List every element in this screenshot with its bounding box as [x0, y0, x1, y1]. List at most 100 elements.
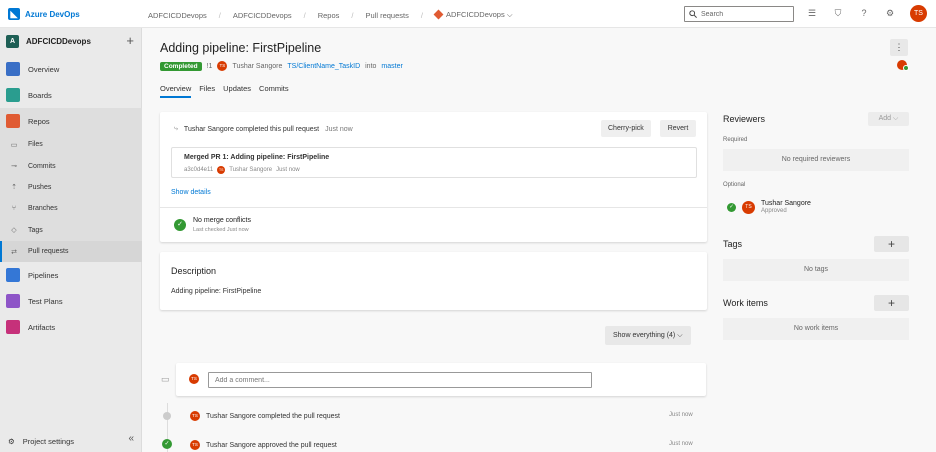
breadcrumb-repo-selector[interactable]: ADFCICDDevops ⌵: [433, 9, 513, 20]
work-items-title: Work items: [723, 298, 768, 308]
brand-logo[interactable]: ◣ Azure DevOps: [8, 8, 80, 20]
more-actions-button[interactable]: ⋮: [890, 39, 908, 56]
sidebar-item-pushes[interactable]: ⇡ Pushes: [0, 176, 142, 199]
collapse-sidebar-icon[interactable]: «: [128, 433, 134, 444]
completion-time: Just now: [325, 125, 353, 133]
sidebar-nav: Overview Boards Repos ▭ Files ⊸ Commits ⇡ P…: [0, 56, 142, 340]
branch-icon: ⑂: [11, 205, 17, 213]
sidebar-item-pull-requests[interactable]: ⇄ Pull requests: [0, 240, 142, 263]
show-details-link[interactable]: Show details: [171, 189, 211, 196]
page-title: Adding pipeline: FirstPipeline: [160, 41, 322, 55]
sidebar-item-repos[interactable]: Repos: [0, 108, 142, 134]
new-item-plus-icon[interactable]: +: [126, 33, 134, 48]
merge-conflicts-checked: Last checked Just now: [193, 227, 249, 233]
tab-overview[interactable]: Overview: [160, 84, 192, 98]
breadcrumb-org[interactable]: ADFCICDDevops: [148, 11, 207, 20]
tab-commits[interactable]: Commits: [259, 84, 289, 98]
azure-devops-logo-icon: ◣: [8, 8, 20, 20]
breadcrumb-separator: /: [218, 10, 221, 20]
sidebar-item-commits[interactable]: ⊸ Commits: [0, 155, 142, 177]
sidebar-item-branches[interactable]: ⑂ Branches: [0, 198, 142, 220]
sidebar-item-label: Boards: [28, 90, 52, 100]
description-body: Adding pipeline: FirstPipeline: [171, 288, 262, 295]
activity-event-text: Tushar Sangore completed the pull reques…: [206, 412, 340, 420]
breadcrumb-pull-requests[interactable]: Pull requests: [366, 11, 409, 20]
revert-button[interactable]: Revert: [660, 120, 696, 137]
commit-hash[interactable]: a3c0d4e11: [184, 167, 213, 173]
sidebar-item-tags[interactable]: ◇ Tags: [0, 219, 142, 241]
project-badge: A: [6, 34, 19, 48]
activity-filter-label: Show everything (4): [613, 332, 676, 339]
sidebar-item-label: Pipelines: [28, 270, 59, 280]
sidebar-item-label: Files: [28, 141, 43, 149]
breadcrumb-repos[interactable]: Repos: [318, 11, 340, 20]
sidebar-item-pipelines[interactable]: Pipelines: [0, 262, 142, 288]
avatar: TS: [217, 166, 226, 174]
sidebar-item-label: Artifacts: [28, 322, 56, 332]
sidebar-item-label: Pull requests: [28, 248, 69, 256]
user-avatar[interactable]: TS: [910, 5, 927, 22]
breadcrumb-separator: /: [420, 10, 423, 20]
approved-check-icon: ✓: [162, 439, 172, 449]
shopping-bag-icon[interactable]: ⛉: [832, 7, 844, 19]
sidebar-item-test-plans[interactable]: Test Plans: [0, 288, 142, 314]
activity-filter-dropdown[interactable]: Show everything (4) ⌵: [605, 326, 691, 345]
add-tag-button[interactable]: +: [874, 236, 909, 252]
target-branch-link[interactable]: master: [381, 63, 402, 70]
optional-label: Optional: [723, 182, 746, 188]
cherry-pick-button[interactable]: Cherry-pick: [601, 120, 651, 137]
no-required-reviewers: No required reviewers: [723, 149, 909, 171]
source-branch-link[interactable]: TS/ClientName_TaskID: [287, 63, 360, 70]
tab-updates[interactable]: Updates: [223, 84, 251, 98]
search-input[interactable]: [701, 10, 781, 18]
test-plans-icon: [6, 294, 20, 309]
list-settings-icon[interactable]: ☰: [806, 7, 818, 19]
chevron-down-icon: ⌵: [677, 332, 683, 339]
breadcrumb-repo-name: ADFCICDDevops: [445, 10, 505, 19]
sidebar-item-artifacts[interactable]: Artifacts: [0, 314, 142, 340]
sidebar-item-overview[interactable]: Overview: [0, 56, 142, 82]
project-header[interactable]: A ADFCICDDevops +: [0, 28, 142, 54]
comment-icon: ▭: [161, 374, 170, 384]
help-icon[interactable]: ?: [858, 7, 870, 19]
approved-check-icon: [903, 65, 909, 71]
completion-message: Tushar Sangore completed this pull reque…: [183, 125, 320, 133]
commit-icon: ⊸: [11, 163, 17, 171]
breadcrumb-project[interactable]: ADFCICDDevops: [233, 11, 292, 20]
repos-icon: [6, 114, 20, 128]
search-box[interactable]: [684, 6, 794, 22]
merge-conflicts-status: No merge conflicts: [193, 217, 251, 224]
project-settings-label: Project settings: [22, 436, 75, 446]
add-work-item-button[interactable]: +: [874, 295, 909, 311]
sidebar-item-label: Overview: [28, 64, 60, 74]
sidebar-item-label: Tags: [28, 226, 43, 234]
gear-icon: ⚙: [8, 436, 15, 446]
breadcrumb-separator: /: [303, 10, 306, 20]
sidebar-item-files[interactable]: ▭ Files: [0, 134, 142, 156]
check-icon: ✓: [174, 219, 186, 231]
project-settings[interactable]: ⚙ Project settings «: [0, 430, 142, 452]
merge-author: Tushar Sangore: [229, 167, 273, 173]
completion-header: ⤷ Tushar Sangore completed this pull req…: [174, 125, 353, 133]
pr-meta: Completed !1 TS Tushar Sangore TS/Client…: [160, 61, 403, 71]
required-label: Required: [723, 137, 748, 143]
project-name: ADFCICDDevops: [26, 36, 91, 46]
avatar: TS: [189, 374, 199, 384]
description-title: Description: [171, 266, 217, 276]
chevron-down-icon: ⌵: [506, 10, 513, 19]
approved-check-icon: ✓: [727, 202, 736, 212]
tab-files[interactable]: Files: [199, 84, 215, 98]
merge-commit-box[interactable]: Merged PR 1: Adding pipeline: FirstPipel…: [171, 147, 697, 178]
add-reviewer-button[interactable]: Add ⌵: [868, 112, 909, 126]
add-reviewer-label: Add: [878, 115, 892, 122]
comment-input[interactable]: [208, 372, 592, 388]
completion-card: ⤷ Tushar Sangore completed this pull req…: [160, 112, 707, 242]
user-settings-icon[interactable]: ⚙: [884, 7, 896, 19]
reviewer-item[interactable]: ✓ TS Tushar Sangore Approved: [727, 200, 811, 214]
pull-request-icon: ⇄: [11, 248, 17, 256]
sidebar-item-boards[interactable]: Boards: [0, 82, 142, 108]
divider: [160, 207, 707, 208]
top-bar: ◣ Azure DevOps ADFCICDDevops / ADFCICDDe…: [0, 0, 936, 28]
avatar: TS: [190, 440, 200, 450]
no-tags: No tags: [723, 259, 909, 281]
